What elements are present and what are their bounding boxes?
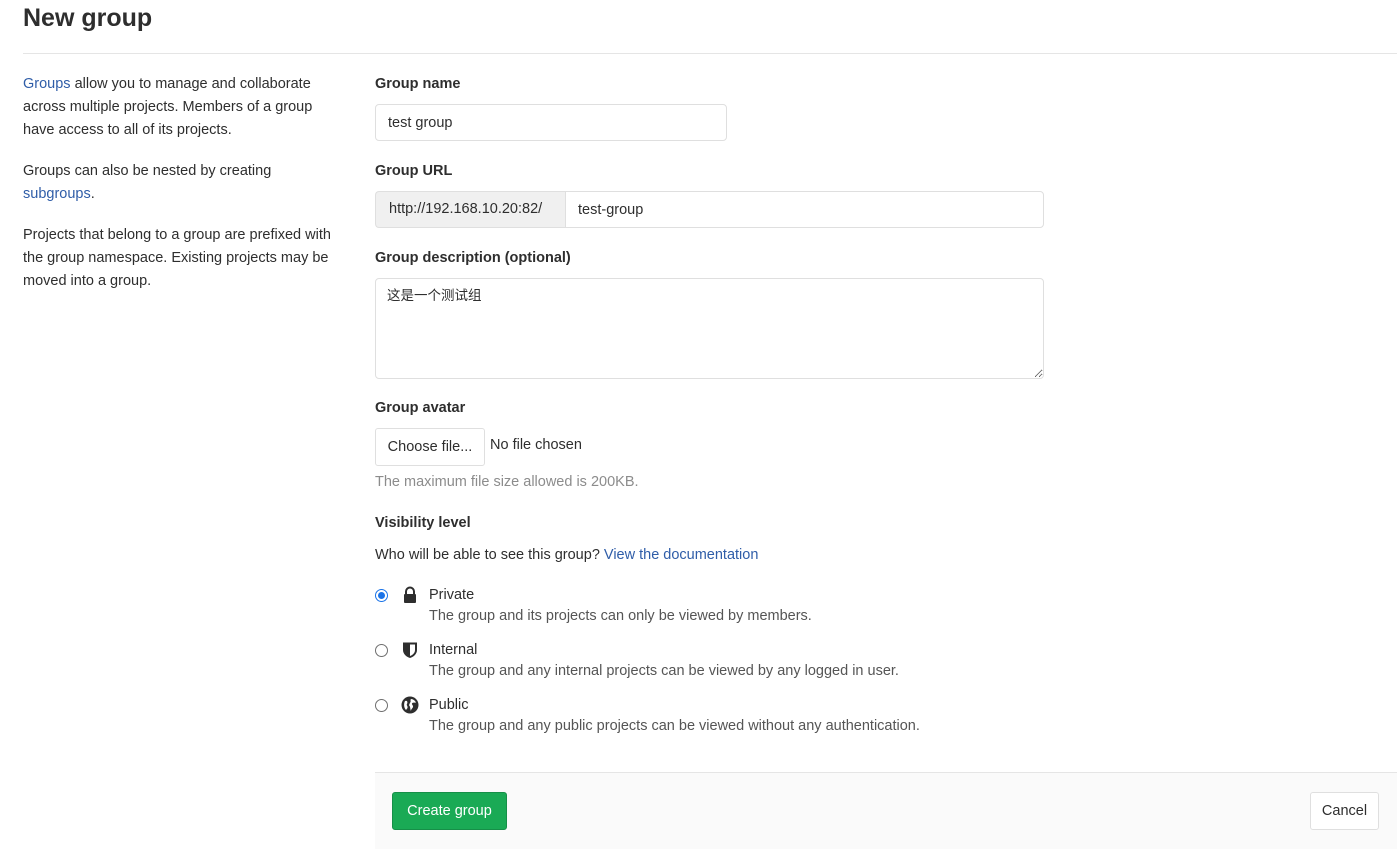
visibility-public-title: Public <box>429 697 469 713</box>
help-paragraph-subgroups: Groups can also be nested by creating su… <box>23 160 343 206</box>
group-description-textarea[interactable]: 这是一个测试组 <box>375 278 1044 379</box>
cancel-button[interactable]: Cancel <box>1310 792 1379 830</box>
sidebar-help: Groups allow you to manage and collabora… <box>23 73 343 311</box>
view-documentation-link[interactable]: View the documentation <box>604 547 759 563</box>
title-divider <box>23 53 1397 54</box>
visibility-internal-desc: The group and any internal projects can … <box>429 663 899 679</box>
create-group-button[interactable]: Create group <box>392 792 507 830</box>
visibility-internal-title: Internal <box>429 642 478 658</box>
avatar-size-help: The maximum file size allowed is 200KB. <box>375 474 639 490</box>
group-avatar-label: Group avatar <box>375 400 466 416</box>
visibility-question-text: Who will be able to see this group? <box>375 547 604 563</box>
visibility-public-desc: The group and any public projects can be… <box>429 718 920 734</box>
group-url-prefix: http://192.168.10.20:82/ <box>375 191 566 228</box>
help-text-subgroups: Groups can also be nested by creating <box>23 163 272 179</box>
subgroups-link[interactable]: subgroups <box>23 186 91 202</box>
file-status-text: No file chosen <box>490 437 582 453</box>
help-paragraph-namespace: Projects that belong to a group are pref… <box>23 227 331 289</box>
visibility-private-title: Private <box>429 587 475 603</box>
visibility-internal-radio[interactable] <box>375 644 388 657</box>
visibility-level-label: Visibility level <box>375 515 471 531</box>
group-name-label: Group name <box>375 76 461 92</box>
help-paragraph-groups: Groups allow you to manage and collabora… <box>23 73 343 142</box>
visibility-private-desc: The group and its projects can only be v… <box>429 608 812 624</box>
group-name-input[interactable] <box>375 104 727 141</box>
group-path-input[interactable] <box>565 191 1044 228</box>
visibility-public-radio[interactable] <box>375 699 388 712</box>
shield-icon <box>403 642 417 658</box>
group-url-label: Group URL <box>375 163 453 179</box>
visibility-question: Who will be able to see this group? View… <box>375 547 758 563</box>
visibility-private-radio[interactable] <box>375 589 388 602</box>
form-actions: Create group Cancel <box>375 772 1397 849</box>
choose-file-button[interactable]: Choose file... <box>375 428 485 466</box>
help-text-period: . <box>90 186 95 202</box>
page-title: New group <box>23 4 153 32</box>
groups-link[interactable]: Groups <box>23 76 71 92</box>
globe-icon <box>401 696 419 714</box>
group-description-label: Group description (optional) <box>375 250 571 266</box>
lock-icon <box>404 586 416 603</box>
